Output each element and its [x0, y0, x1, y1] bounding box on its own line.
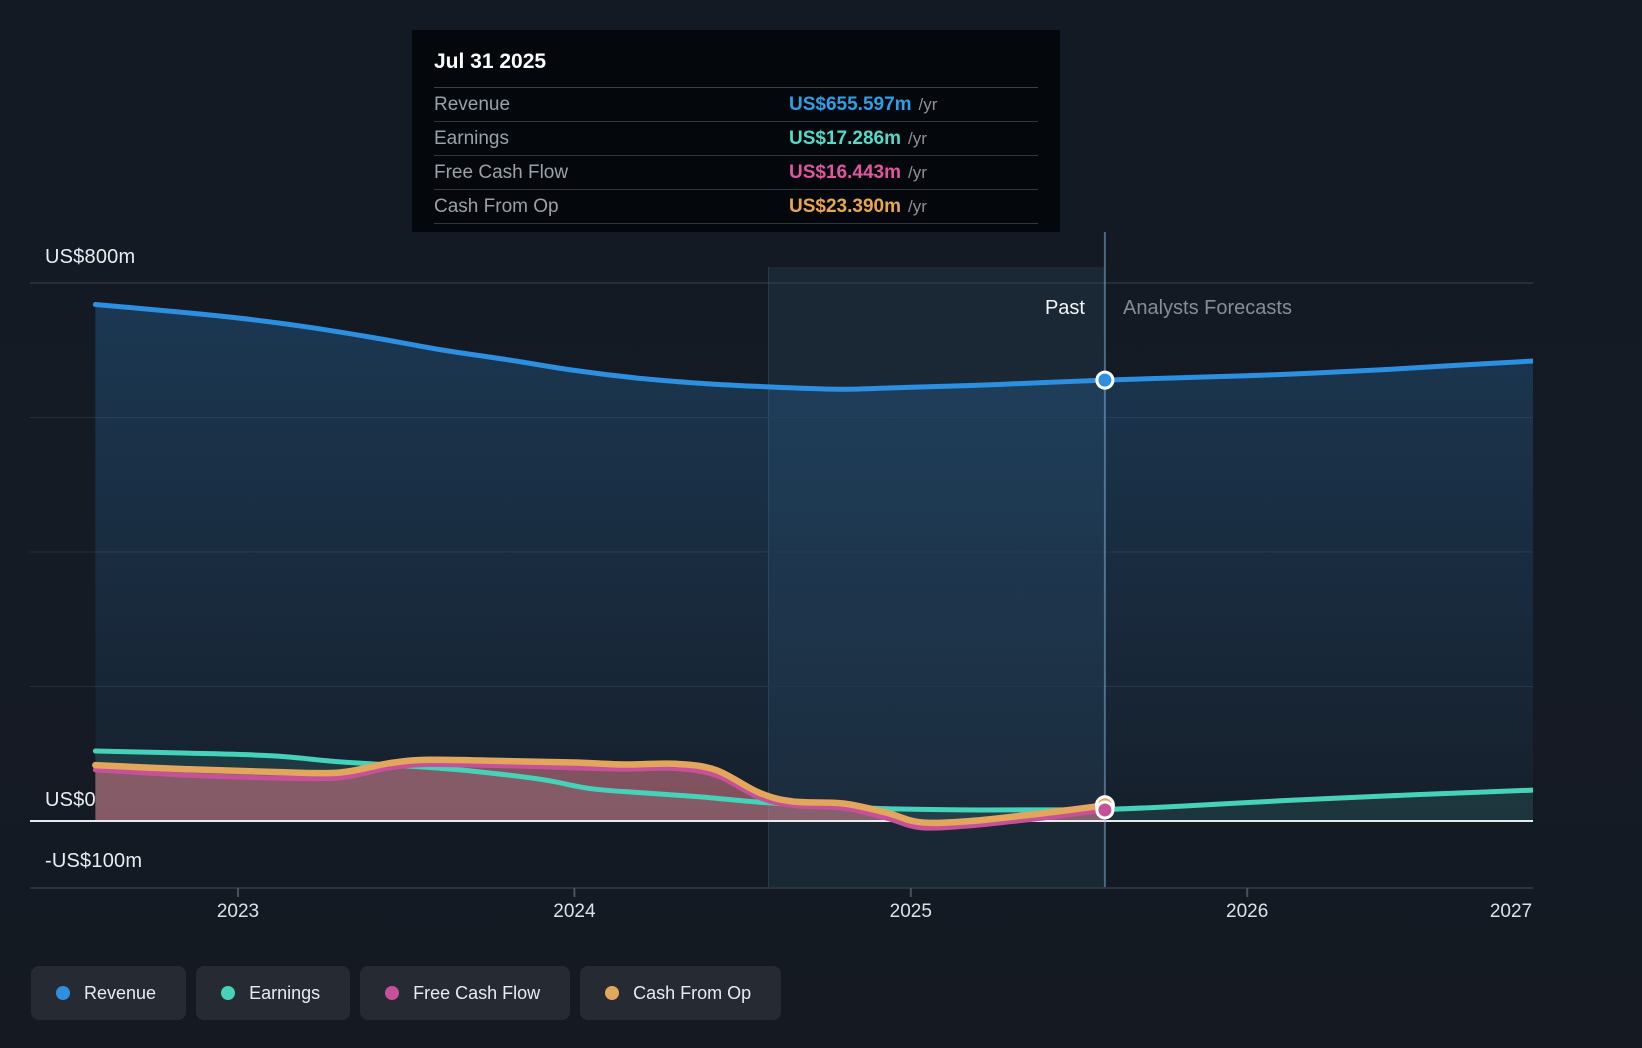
x-tick-label-2026: 2026 [1226, 901, 1269, 922]
legend-chip-earnings[interactable]: Earnings [196, 966, 351, 1020]
x-tick-label-2027: 2027 [1489, 901, 1533, 922]
tooltip-row-label: Revenue [434, 93, 511, 115]
legend-chip-cash-from-op[interactable]: Cash From Op [580, 966, 782, 1020]
legend-dot-cash-from-op [605, 986, 620, 1000]
legend-dot-revenue [56, 986, 70, 1000]
tooltip-row-value: US$16.443m [789, 161, 901, 183]
legend-label: Cash From Op [633, 982, 752, 1003]
legend: Revenue Earnings Free Cash Flow Cash From O… [31, 966, 782, 1020]
tooltip-row-value: US$655.597m [789, 93, 912, 115]
legend-label: Revenue [84, 982, 157, 1003]
legend-label: Earnings [249, 982, 321, 1003]
tooltip-row-unit: /yr [907, 196, 927, 216]
tooltip-row-earnings: Earnings US$17.286m/yr [434, 122, 1038, 156]
tooltip-row-unit: /yr [907, 128, 927, 148]
tooltip-row-value: US$23.390m [789, 195, 901, 217]
x-tick-label-2025: 2025 [889, 901, 932, 922]
tooltip-row-label: Earnings [434, 127, 509, 149]
y-axis-label-zero: US$0 [45, 789, 96, 811]
legend-label: Free Cash Flow [413, 982, 541, 1003]
tooltip-row-unit: /yr [907, 162, 927, 182]
x-tick-label-2024: 2024 [553, 901, 596, 922]
marker-revenue [1095, 370, 1115, 390]
tooltip-row-unit: /yr [918, 94, 938, 114]
legend-chip-revenue[interactable]: Revenue [31, 966, 187, 1020]
y-axis-label-negative: -US$100m [45, 850, 143, 872]
marker-free-cash-flow [1095, 800, 1115, 820]
tooltip-date: Jul 31 2025 [434, 42, 1038, 88]
legend-dot-earnings [221, 986, 236, 1000]
tooltip-row-label: Free Cash Flow [434, 161, 569, 183]
tooltip: Jul 31 2025 Revenue US$655.597m/yr Earning… [412, 30, 1060, 232]
forecast-region-label: Analysts Forecasts [1123, 297, 1292, 319]
y-axis-label-top: US$800m [45, 246, 136, 268]
tooltip-row-free-cash-flow: Free Cash Flow US$16.443m/yr [434, 156, 1038, 190]
legend-dot-free-cash-flow [385, 986, 400, 1000]
tooltip-row-label: Cash From Op [434, 195, 559, 217]
x-tick-label-2023: 2023 [216, 901, 260, 922]
chart-root: US$800m US$0 -US$100m Past Analysts Fore… [0, 0, 1642, 1048]
tooltip-row-value: US$17.286m [789, 127, 901, 149]
tooltip-row-revenue: Revenue US$655.597m/yr [434, 88, 1038, 122]
past-region-label: Past [1044, 297, 1085, 319]
tooltip-row-cash-from-op: Cash From Op US$23.390m/yr [434, 190, 1038, 224]
legend-chip-free-cash-flow[interactable]: Free Cash Flow [360, 966, 571, 1020]
